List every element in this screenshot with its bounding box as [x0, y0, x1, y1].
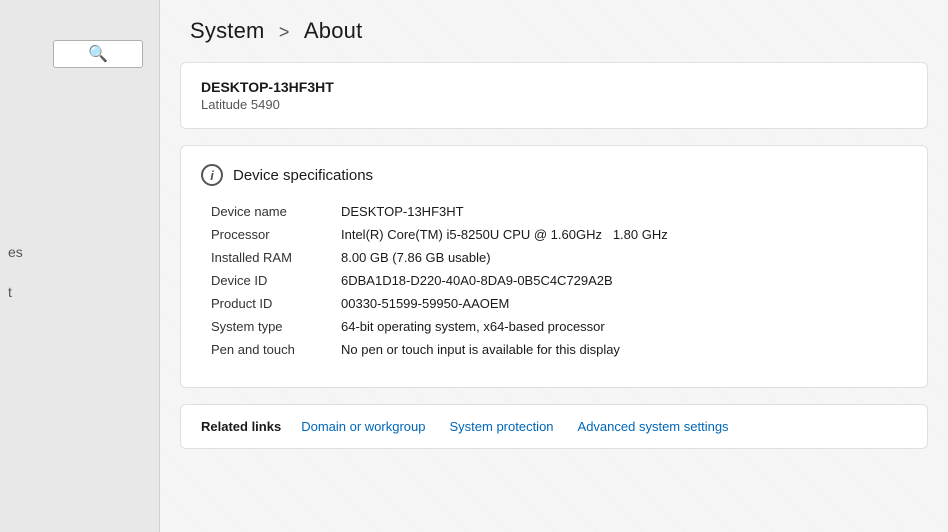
- specs-header: i Device specifications: [201, 164, 907, 186]
- spec-label-pen-and-touch: Pen and touch: [211, 342, 341, 357]
- spec-row-device-name: Device name DESKTOP-13HF3HT: [211, 204, 907, 219]
- spec-value-installed-ram: 8.00 GB (7.86 GB usable): [341, 250, 491, 265]
- device-header-card: DESKTOP-13HF3HT Latitude 5490: [180, 62, 928, 129]
- spec-row-product-id: Product ID 00330-51599-59950-AAOEM: [211, 296, 907, 311]
- breadcrumb: System > About: [160, 0, 948, 62]
- specs-table: Device name DESKTOP-13HF3HT Processor In…: [201, 204, 907, 357]
- device-model: Latitude 5490: [201, 97, 907, 112]
- device-hostname: DESKTOP-13HF3HT: [201, 79, 907, 95]
- spec-row-device-id: Device ID 6DBA1D18-D220-40A0-8DA9-0B5C4C…: [211, 273, 907, 288]
- spec-value-device-name: DESKTOP-13HF3HT: [341, 204, 464, 219]
- info-icon: i: [201, 164, 223, 186]
- breadcrumb-separator: >: [279, 22, 290, 42]
- spec-label-device-id: Device ID: [211, 273, 341, 288]
- search-icon: 🔍: [88, 44, 108, 64]
- spec-row-processor: Processor Intel(R) Core(TM) i5-8250U CPU…: [211, 227, 907, 242]
- spec-value-device-id: 6DBA1D18-D220-40A0-8DA9-0B5C4C729A2B: [341, 273, 613, 288]
- search-box[interactable]: 🔍: [53, 40, 143, 68]
- specs-title: Device specifications: [233, 167, 373, 184]
- specs-card: i Device specifications Device name DESK…: [180, 145, 928, 388]
- spec-label-processor: Processor: [211, 227, 341, 242]
- main-content: System > About DESKTOP-13HF3HT Latitude …: [160, 0, 948, 532]
- spec-value-system-type: 64-bit operating system, x64-based proce…: [341, 319, 605, 334]
- spec-row-system-type: System type 64-bit operating system, x64…: [211, 319, 907, 334]
- breadcrumb-parent[interactable]: System: [190, 18, 265, 43]
- spec-row-pen-and-touch: Pen and touch No pen or touch input is a…: [211, 342, 907, 357]
- spec-label-installed-ram: Installed RAM: [211, 250, 341, 265]
- related-links-label: Related links: [201, 419, 281, 434]
- spec-label-product-id: Product ID: [211, 296, 341, 311]
- spec-label-system-type: System type: [211, 319, 341, 334]
- related-links-card: Related links Domain or workgroup System…: [180, 404, 928, 449]
- link-domain-or-workgroup[interactable]: Domain or workgroup: [301, 419, 425, 434]
- sidebar-item-t[interactable]: t: [0, 280, 20, 304]
- spec-value-processor: Intel(R) Core(TM) i5-8250U CPU @ 1.60GHz…: [341, 227, 668, 242]
- link-system-protection[interactable]: System protection: [449, 419, 553, 434]
- spec-value-product-id: 00330-51599-59950-AAOEM: [341, 296, 509, 311]
- spec-row-installed-ram: Installed RAM 8.00 GB (7.86 GB usable): [211, 250, 907, 265]
- sidebar: 🔍 es t: [0, 0, 160, 532]
- breadcrumb-current: About: [304, 18, 363, 43]
- sidebar-item-es[interactable]: es: [0, 240, 31, 264]
- link-advanced-system-settings[interactable]: Advanced system settings: [578, 419, 729, 434]
- spec-label-device-name: Device name: [211, 204, 341, 219]
- spec-value-pen-and-touch: No pen or touch input is available for t…: [341, 342, 620, 357]
